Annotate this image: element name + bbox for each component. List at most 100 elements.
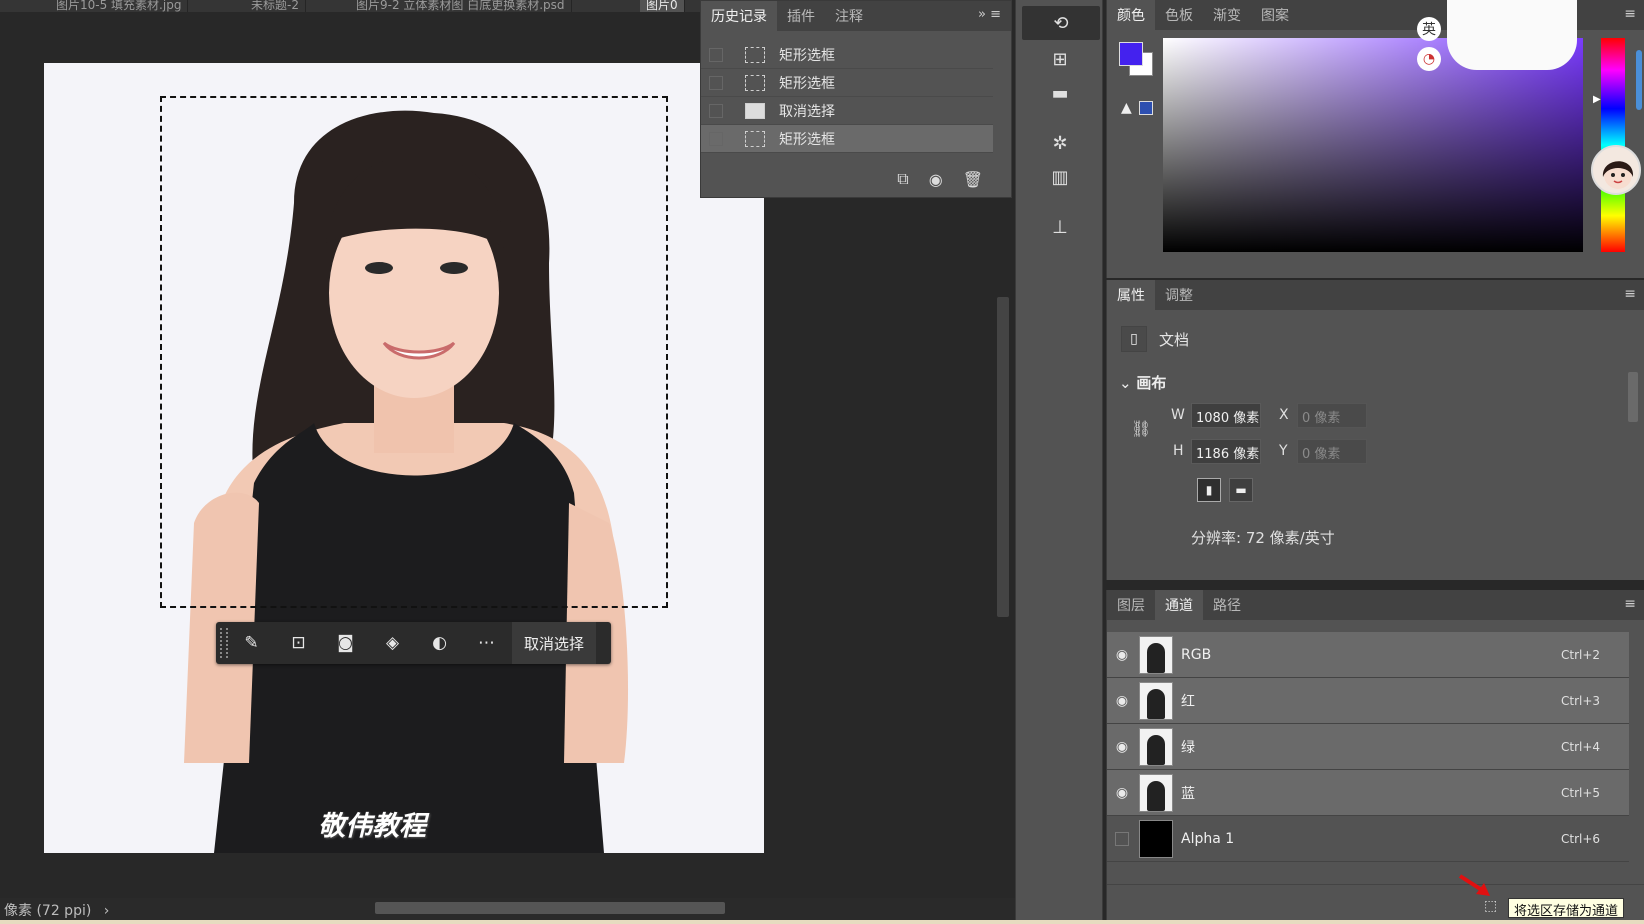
tab-layers[interactable]: 图层 [1107,590,1155,620]
tab-history[interactable]: 历史记录 [701,1,777,31]
ime-badge[interactable]: 英 [1417,17,1441,41]
channel-thumbnail [1139,773,1173,812]
doc-tab[interactable]: 图片10-5 填充素材.jpg [50,0,189,12]
visibility-toggle[interactable] [1115,831,1129,846]
eye-icon[interactable]: ◉ [1107,785,1137,801]
history-item[interactable]: 取消选择 [701,97,993,125]
tab-paths[interactable]: 路径 [1203,590,1251,620]
new-document-from-state-icon[interactable]: ⧉ [897,169,908,189]
history-snapshot-checkbox[interactable] [709,131,723,146]
history-item[interactable]: 矩形选框 [701,69,993,97]
trash-icon[interactable]: 🗑 [963,170,983,189]
marquee-icon [745,130,765,147]
hue-marker-icon[interactable]: ▶ [1593,94,1601,105]
history-snapshot-checkbox[interactable] [709,75,723,90]
height-label: H [1173,443,1184,459]
eye-icon[interactable]: ◉ [1107,739,1137,755]
doc-tab-active[interactable]: 图片0 [640,0,685,12]
tab-channels[interactable]: 通道 [1155,590,1203,620]
history-item-label: 取消选择 [779,103,835,120]
selection-marquee[interactable] [160,96,668,608]
tab-notes[interactable]: 注释 [825,1,873,31]
fill-bucket-icon[interactable]: ◈ [369,622,416,664]
tab-color[interactable]: 颜色 [1107,0,1155,30]
vertical-scroll-thumb[interactable] [997,297,1009,617]
avatar [1591,145,1641,195]
adjustment-icon[interactable]: ◐ [416,622,463,664]
gamut-warning-icon[interactable]: ▲ [1121,100,1132,116]
status-text: 像素 (72 ppi) [4,903,92,919]
channel-name: 蓝 [1181,785,1195,802]
channel-thumbnail [1139,727,1173,766]
foreground-color-swatch[interactable] [1119,42,1143,66]
history-snapshot-checkbox[interactable] [709,47,723,62]
camera-icon[interactable]: ◉ [929,170,943,189]
comment-icon[interactable]: ▬ [1016,76,1104,110]
history-item-label: 矩形选框 [779,47,835,64]
contextual-task-bar: ✎ ⊡ ◙ ◈ ◐ ⋯ 取消选择 [216,622,611,664]
ime-badge[interactable]: ◔ [1417,47,1441,71]
channel-shortcut: Ctrl+5 [1561,785,1601,800]
tab-swatches[interactable]: 色板 [1155,0,1203,30]
x-field: 0 像素 [1297,403,1367,428]
history-brush-icon[interactable]: ⟲ [1022,6,1100,40]
horizontal-scroll-thumb[interactable] [375,902,725,914]
panel-menu-icon[interactable]: ≡ [1624,596,1636,612]
brush-icon[interactable]: ✎ [228,622,275,664]
eye-icon[interactable]: ◉ [1107,647,1137,663]
channel-shortcut: Ctrl+3 [1561,693,1601,708]
channel-row[interactable]: Alpha 1 Ctrl+6 [1107,816,1629,862]
transform-selection-icon[interactable]: ⊡ [275,622,322,664]
history-panel: 历史记录 插件 注释 » ≡ 矩形选框 矩形选框 取消选择 矩形选框 ⧉ ◉ 🗑 [700,0,1012,198]
landscape-orientation-icon[interactable]: ▬ [1229,478,1253,502]
channel-row[interactable]: ◉ 红 Ctrl+3 [1107,678,1629,724]
link-icon[interactable]: ⛓ [1131,419,1151,438]
panel-menu-icon[interactable]: ≡ [1624,6,1636,22]
tab-adjustments[interactable]: 调整 [1155,280,1203,310]
document-row: ▯ 文档 [1121,326,1189,352]
tab-properties[interactable]: 属性 [1107,280,1155,310]
panel-icon-strip: ⟲ ⊞ ▬ ✲ ▥ ⊥ [1015,0,1103,924]
taskbar-edge [0,920,1644,924]
y-field: 0 像素 [1297,439,1367,464]
history-snapshot-checkbox[interactable] [709,103,723,118]
tab-plugins[interactable]: 插件 [777,1,825,31]
channels-panel: 图层 通道 路径 ≡ ◉ RGB Ctrl+2 ◉ 红 Ctrl+3 ◉ 绿 C… [1106,590,1644,924]
document-icon [745,102,765,119]
doc-tab[interactable]: 图片9-2 立体素材图 白底更换素材.psd [350,0,572,12]
mask-icon[interactable]: ◙ [322,622,369,664]
save-selection-as-channel-icon[interactable]: ⬚ [1484,898,1497,914]
channel-row[interactable]: ◉ 蓝 Ctrl+5 [1107,770,1629,816]
tab-gradients[interactable]: 渐变 [1203,0,1251,30]
clone-stamp-icon[interactable]: ⊥ [1016,210,1104,244]
channel-row[interactable]: ◉ RGB Ctrl+2 [1107,632,1629,678]
tab-patterns[interactable]: 图案 [1251,0,1299,30]
properties-panel: 属性 调整 ≡ ▯ 文档 ⌄ 画布 W 1080 像素 X 0 像素 H 118… [1106,280,1644,580]
plugin-icon[interactable]: ⊞ [1016,42,1104,76]
document-tab-bar: 图片10-5 填充素材.jpg 未标题-2 图片9-2 立体素材图 白底更换素材… [0,0,700,12]
eye-icon[interactable]: ◉ [1107,693,1137,709]
histogram-icon[interactable]: ▥ [1016,160,1104,194]
color-field[interactable] [1163,38,1583,252]
compass-icon[interactable]: ✲ [1016,126,1104,160]
panel-menu-icon[interactable]: ≡ [1624,286,1636,302]
panel-collapse-icon[interactable]: » ≡ [968,1,1011,31]
channel-row[interactable]: ◉ 绿 Ctrl+4 [1107,724,1629,770]
chevron-down-icon[interactable]: ⌄ [1119,374,1136,392]
history-item-selected[interactable]: 矩形选框 [701,125,993,153]
deselect-button[interactable]: 取消选择 [512,622,597,664]
panel-scroll-thumb[interactable] [1636,50,1642,110]
drag-handle[interactable] [220,628,228,658]
status-expand-icon[interactable]: › [104,903,110,919]
width-field[interactable]: 1080 像素 [1191,403,1261,428]
canvas-section-header[interactable]: ⌄ 画布 [1119,372,1166,393]
properties-scroll-thumb[interactable] [1628,372,1638,422]
more-icon[interactable]: ⋯ [463,622,510,664]
history-item[interactable]: 矩形选框 [701,41,993,69]
height-field[interactable]: 1186 像素 [1191,439,1261,464]
gamut-color-box[interactable] [1139,101,1153,115]
x-label: X [1279,407,1289,423]
portrait-orientation-icon[interactable]: ▮ [1197,478,1221,502]
red-arrow-icon [1458,874,1490,896]
doc-tab[interactable]: 未标题-2 [245,0,306,12]
